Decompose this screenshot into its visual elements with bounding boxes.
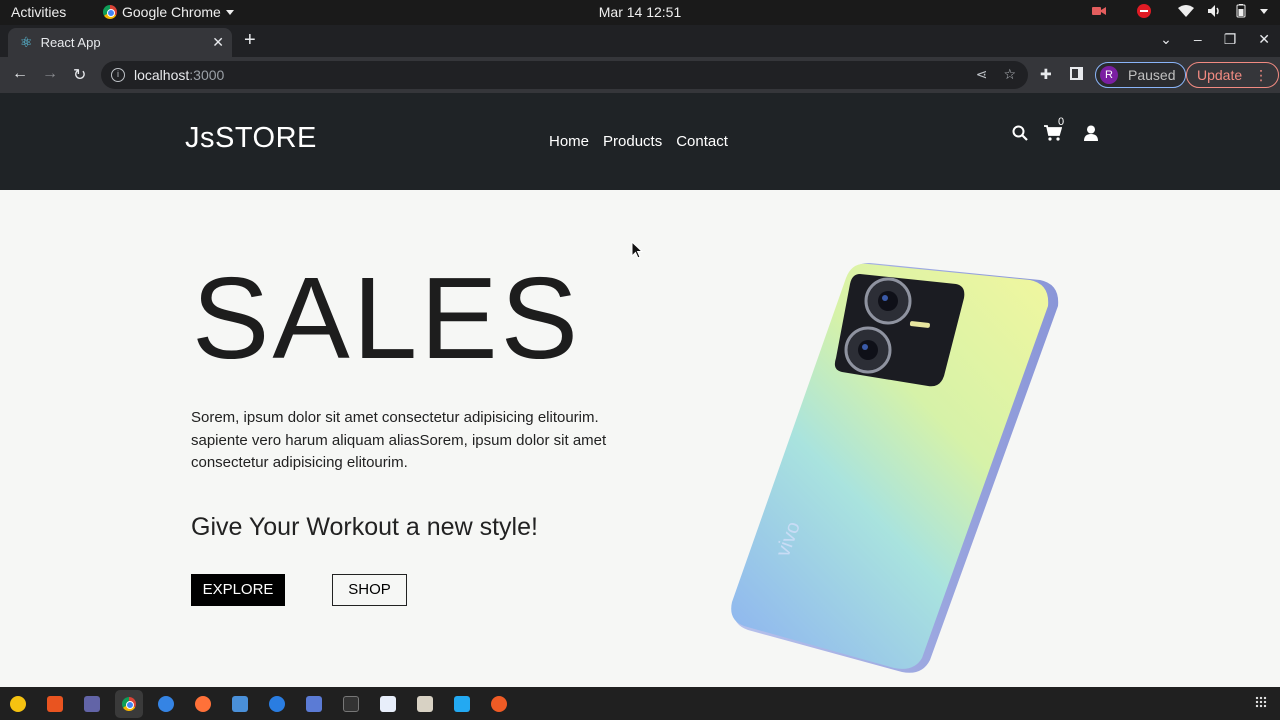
more-vert-icon: ⋮	[1254, 66, 1269, 83]
extensions-puzzle-icon[interactable]: ✚	[1040, 66, 1052, 83]
text-editor-icon[interactable]	[232, 695, 248, 712]
battery-icon	[1236, 4, 1246, 18]
calculator-app-icon[interactable]	[306, 695, 322, 712]
profile-button[interactable]: R Paused	[1095, 62, 1187, 88]
tab-title: React App	[40, 35, 101, 50]
help-app-icon[interactable]	[158, 695, 174, 712]
hero-title: SALES	[192, 253, 581, 383]
react-icon: ⚛	[20, 34, 33, 50]
close-icon[interactable]: ✕	[212, 34, 224, 51]
show-apps-grid-icon[interactable]	[1255, 696, 1267, 708]
system-tray[interactable]	[1092, 3, 1268, 19]
chevron-down-icon	[1260, 8, 1268, 14]
volume-icon	[1208, 5, 1219, 17]
explore-button[interactable]: EXPLORE	[191, 574, 285, 606]
hero-phone-image: vivo	[730, 258, 1070, 678]
taskbar	[0, 687, 1280, 720]
nav-item-home[interactable]: Home	[549, 133, 589, 150]
site-nav: Home Products Contact	[549, 133, 728, 150]
terminal-icon[interactable]	[343, 695, 359, 712]
mouse-cursor	[631, 241, 643, 259]
search-icon[interactable]	[1012, 125, 1028, 141]
cart-button[interactable]: 0	[1044, 116, 1064, 146]
reload-icon[interactable]: ↻	[73, 65, 86, 85]
share-icon[interactable]: ⋖	[976, 66, 988, 83]
url-host: localhost	[134, 67, 190, 83]
notes-app-icon[interactable]	[380, 695, 396, 712]
update-label: Update	[1197, 67, 1243, 83]
tab-strip: ⚛ React App ✕ + ⌄ ‒ ❐ ✕	[0, 25, 1280, 57]
new-tab-button[interactable]: +	[244, 29, 256, 52]
nav-item-products[interactable]: Products	[603, 133, 662, 150]
system-top-bar: Activities Google Chrome Mar 14 12:51	[0, 0, 1280, 25]
firefox-icon[interactable]	[195, 695, 211, 712]
minimize-button[interactable]: ‒	[1194, 31, 1202, 48]
chrome-dock-item[interactable]	[115, 689, 143, 718]
forward-arrow-icon[interactable]: →	[42, 65, 58, 83]
site-header: JsSTORE Home Products Contact 0	[0, 93, 1280, 190]
profile-status: Paused	[1128, 67, 1176, 83]
window-controls: ⌄ ‒ ❐ ✕	[1160, 31, 1270, 48]
browser-toolbar: ← → ↻ i localhost:3000 ⋖ ☆ ✚ R Paused Up…	[0, 57, 1280, 93]
clock[interactable]: Mar 14 12:51	[0, 4, 1280, 20]
camera-indicator-icon	[1092, 7, 1106, 15]
wifi-icon	[1178, 5, 1194, 17]
tab-react-app[interactable]: ⚛ React App ✕	[8, 28, 232, 57]
shop-button[interactable]: SHOP	[332, 574, 407, 606]
software-store-icon[interactable]	[47, 695, 63, 712]
hero-paragraph: Sorem, ipsum dolor sit amet consectetur …	[191, 409, 607, 471]
tab-search-icon[interactable]: ⌄	[1160, 31, 1172, 48]
header-icons: 0	[1012, 116, 1098, 146]
update-button[interactable]: Update ⋮	[1186, 62, 1280, 88]
info-icon[interactable]: i	[111, 68, 125, 82]
settings-app-icon[interactable]	[10, 695, 26, 712]
avatar: R	[1100, 66, 1118, 84]
maximize-button[interactable]: ❐	[1224, 31, 1237, 48]
close-window-button[interactable]: ✕	[1258, 31, 1270, 48]
side-panel-icon[interactable]	[1070, 67, 1083, 80]
user-icon[interactable]	[1084, 125, 1098, 141]
nav-item-contact[interactable]: Contact	[676, 133, 728, 150]
cart-count-badge: 0	[1058, 116, 1065, 128]
web-page: JsSTORE Home Products Contact 0 SALES So…	[0, 93, 1280, 687]
omnibox-actions: ⋖ ☆	[976, 66, 1016, 83]
star-icon[interactable]: ☆	[1003, 66, 1016, 83]
site-logo[interactable]: JsSTORE	[185, 122, 317, 155]
teams-app-icon[interactable]	[84, 695, 100, 712]
browser-app-icon[interactable]	[269, 695, 285, 712]
hero-subtitle: Give Your Workout a new style!	[191, 513, 538, 541]
url-port: :3000	[189, 67, 225, 83]
chrome-icon	[122, 696, 136, 711]
do-not-disturb-icon	[1137, 4, 1151, 18]
back-arrow-icon[interactable]: ←	[12, 65, 28, 83]
vscode-icon[interactable]	[454, 695, 470, 712]
address-bar[interactable]: i localhost:3000 ⋖ ☆	[101, 61, 1028, 89]
postman-icon[interactable]	[491, 695, 507, 712]
files-app-icon[interactable]	[417, 695, 433, 712]
